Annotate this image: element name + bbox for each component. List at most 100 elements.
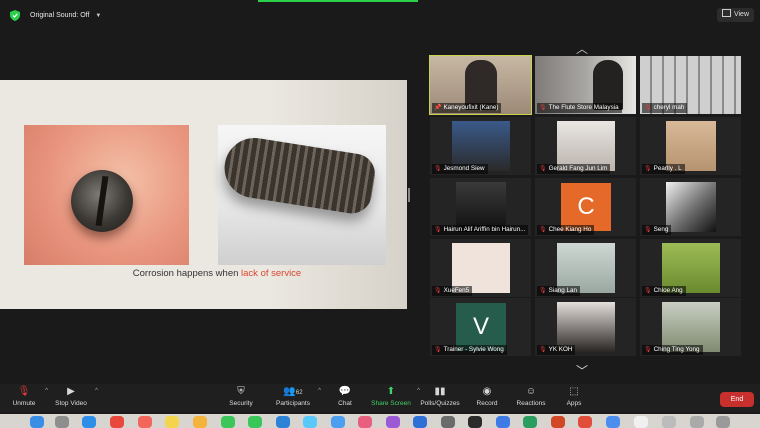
participant-tile[interactable]: C 🎙 Chee Kiang Ho <box>535 178 636 236</box>
participant-tile[interactable]: 🎙 YK KOH <box>535 298 636 356</box>
participant-tile[interactable]: 🎙 Ching Ting Yong <box>640 298 741 356</box>
participant-tile[interactable]: 🎙 cheryl mah <box>640 56 741 114</box>
participant-tile[interactable]: 🎙 The Flute Store Malaysia <box>535 56 636 114</box>
finder-app-icon[interactable] <box>30 416 44 428</box>
chat-button[interactable]: 💬 Chat <box>334 386 356 407</box>
caption-text: Corrosion happens when <box>132 268 242 279</box>
original-sound-dropdown[interactable]: Original Sound: Off ▼ <box>24 9 107 23</box>
original-sound-label: Original Sound: Off <box>30 12 90 19</box>
stop-video-label: Stop Video <box>55 400 87 407</box>
participant-tile[interactable]: V 🎙 Trainer - Sylvie Wong <box>430 298 531 356</box>
chevron-up-icon[interactable]: ^ <box>45 388 48 394</box>
security-button[interactable]: ⛨ Security <box>225 386 257 407</box>
corroded-bolt-photo <box>218 125 386 265</box>
participant-tile[interactable]: 🎙 XueFen5 <box>430 239 531 297</box>
muted-mic-icon: 🎙 <box>644 288 652 294</box>
participant-name: 🎙 Siang Lan <box>537 286 580 296</box>
safari-app-icon[interactable] <box>82 416 96 428</box>
participant-tile[interactable]: 🎙 Chloe Ang <box>640 239 741 297</box>
maps-app-icon[interactable] <box>303 416 317 428</box>
muted-mic-icon: 🎙 <box>539 227 547 233</box>
bar-chart-icon: ▮▮ <box>434 386 446 397</box>
polls-label: Polls/Quizzes <box>420 400 460 407</box>
shield-icon[interactable] <box>10 10 20 21</box>
calendar-app-icon[interactable] <box>138 416 152 428</box>
music-app-icon[interactable] <box>358 416 372 428</box>
documents-folder-icon[interactable] <box>690 416 704 428</box>
notes-app-icon[interactable] <box>165 416 179 428</box>
participant-name: 🎙 Seng <box>642 225 672 235</box>
profile-photo <box>666 182 716 232</box>
end-meeting-button[interactable]: End <box>720 392 754 407</box>
share-screen-icon: ⬆ <box>386 386 396 397</box>
trash-icon[interactable] <box>716 416 730 428</box>
grid-view-icon <box>721 9 731 17</box>
reactions-button[interactable]: ☺ Reactions <box>515 386 547 407</box>
participants-icon: 👥62 <box>283 386 303 397</box>
participant-name: 🎙 XueFen5 <box>432 286 473 296</box>
powerpoint-app-icon[interactable] <box>551 416 565 428</box>
messages-app-icon[interactable] <box>221 416 235 428</box>
shared-screen-slide: Corrosion happens when lack of service <box>0 80 407 309</box>
reminders-app-icon[interactable] <box>193 416 207 428</box>
participant-tile[interactable]: 📌 Kaneyoufixit (Kane) <box>429 55 532 115</box>
panel-resize-handle[interactable] <box>408 188 410 202</box>
chevron-up-icon[interactable]: ^ <box>95 388 98 394</box>
polls-button[interactable]: ▮▮ Polls/Quizzes <box>419 386 461 407</box>
record-label: Record <box>476 400 498 407</box>
participant-name: 🎙 cheryl mah <box>642 103 688 113</box>
podcasts-app-icon[interactable] <box>386 416 400 428</box>
record-button[interactable]: ◉ Record <box>475 386 499 407</box>
chevron-up-icon[interactable]: ^ <box>318 388 321 394</box>
macos-dock <box>0 414 760 428</box>
view-button[interactable]: View <box>716 8 754 22</box>
terminal-app-icon[interactable] <box>468 416 482 428</box>
video-camera-icon: ▶ <box>67 386 75 397</box>
security-label: Security <box>229 400 253 407</box>
participant-tile[interactable]: 🎙 Hairun Alif Ariffin bin Hairun... <box>430 178 531 236</box>
downloads-folder-icon[interactable] <box>662 416 676 428</box>
shield-icon: ⛨ <box>237 386 245 397</box>
view-label: View <box>733 11 749 18</box>
zoom-app-icon[interactable] <box>276 416 290 428</box>
participant-name: 🎙 Pearlly . L <box>642 164 685 174</box>
chrome-app-icon[interactable] <box>110 416 124 428</box>
scroll-up-arrow-icon[interactable]: ︿ <box>576 40 588 57</box>
participant-name: 🎙 Chloe Ang <box>642 286 686 296</box>
settings-app-icon[interactable] <box>441 416 455 428</box>
facetime-app-icon[interactable] <box>248 416 262 428</box>
apps-button[interactable]: ⬚ Apps <box>564 386 584 407</box>
chat-label: Chat <box>338 400 352 407</box>
stop-video-button[interactable]: ▶ Stop Video ^ <box>52 386 98 407</box>
participant-name: 🎙 Jesmond Siew <box>432 164 488 174</box>
app-store-icon[interactable] <box>413 416 427 428</box>
launchpad-app-icon[interactable] <box>55 416 69 428</box>
muted-mic-icon: 🎙 <box>17 386 31 397</box>
mail-app-icon[interactable] <box>331 416 345 428</box>
muted-mic-icon: 🎙 <box>434 227 442 233</box>
word-app-icon[interactable] <box>496 416 510 428</box>
scroll-down-arrow-icon[interactable]: ﹀ <box>576 362 588 379</box>
pdf-app-icon[interactable] <box>578 416 592 428</box>
pin-icon: 📌 <box>434 105 442 111</box>
slide-caption: Corrosion happens when lack of service <box>0 268 407 279</box>
muted-mic-icon: 🎙 <box>644 227 652 233</box>
share-screen-button[interactable]: ⬆ Share Screen ^ <box>370 386 420 407</box>
muted-mic-icon: 🎙 <box>539 347 547 353</box>
unmute-label: Unmute <box>12 400 36 407</box>
muted-mic-icon: 🎙 <box>434 288 442 294</box>
participant-tile[interactable]: 🎙 Pearlly . L <box>640 117 741 175</box>
participant-name: 🎙 The Flute Store Malaysia <box>537 103 622 113</box>
participant-tile[interactable]: 🎙 Gerald Fang Jun Lim <box>535 117 636 175</box>
unmute-button[interactable]: 🎙 Unmute ^ <box>8 386 48 407</box>
corroded-screw-head-photo <box>24 125 189 265</box>
participants-button[interactable]: 👥62 Participants ^ <box>273 386 321 407</box>
muted-mic-icon: 🎙 <box>434 166 442 172</box>
textedit-app-icon[interactable] <box>634 416 648 428</box>
participant-tile[interactable]: 🎙 Seng <box>640 178 741 236</box>
preview-app-icon[interactable] <box>606 416 620 428</box>
participant-tile[interactable]: 🎙 Jesmond Siew <box>430 117 531 175</box>
top-bar: Original Sound: Off ▼ View <box>0 0 760 28</box>
excel-app-icon[interactable] <box>523 416 537 428</box>
participant-tile[interactable]: 🎙 Siang Lan <box>535 239 636 297</box>
